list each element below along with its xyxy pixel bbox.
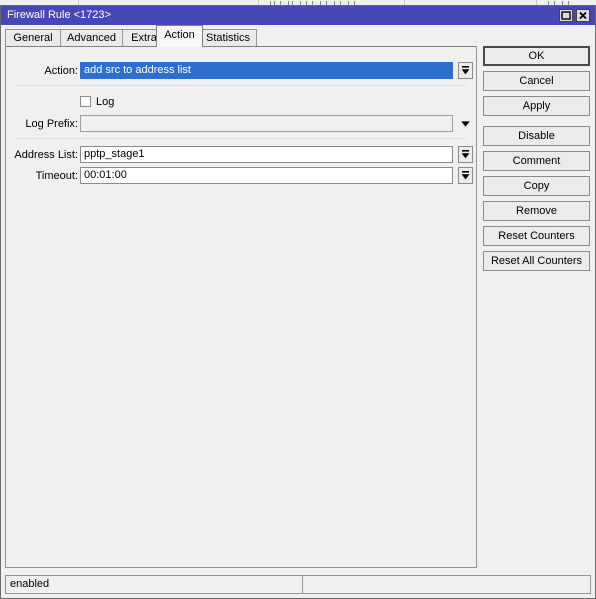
separator [16, 85, 466, 86]
comment-button[interactable]: Comment [483, 151, 590, 171]
address-list-label: Address List: [14, 149, 78, 161]
ok-button[interactable]: OK [483, 46, 590, 66]
reset-all-counters-button[interactable]: Reset All Counters [483, 251, 590, 271]
address-list-row: Address List: pptp_stage1 [6, 146, 476, 166]
status-bar: enabled [5, 575, 591, 594]
close-button[interactable] [576, 9, 590, 22]
log-prefix-label: Log Prefix: [25, 118, 78, 130]
tab-action[interactable]: Action [156, 25, 203, 47]
separator [16, 138, 466, 139]
log-label: Log [96, 96, 115, 108]
firewall-rule-dialog: Firewall Rule <1723> General Advanced Ex… [0, 5, 596, 599]
address-list-input[interactable]: pptp_stage1 [80, 146, 453, 163]
copy-button[interactable]: Copy [483, 176, 590, 196]
maximize-button[interactable] [559, 9, 573, 22]
disable-button[interactable]: Disable [483, 126, 590, 146]
log-row: Log [6, 93, 476, 113]
remove-button[interactable]: Remove [483, 201, 590, 221]
log-prefix-chevron-down-icon[interactable] [458, 115, 473, 132]
reset-counters-button[interactable]: Reset Counters [483, 226, 590, 246]
log-prefix-row: Log Prefix: [6, 115, 476, 135]
action-tab-panel: Action: add src to address list Log Log … [5, 46, 477, 568]
cancel-button[interactable]: Cancel [483, 71, 590, 91]
timeout-row: Timeout: 00:01:00 [6, 167, 476, 187]
timeout-dropdown-icon[interactable] [458, 167, 473, 184]
address-list-dropdown-icon[interactable] [458, 146, 473, 163]
action-dropdown-icon[interactable] [458, 62, 473, 79]
tab-advanced[interactable]: Advanced [60, 29, 123, 47]
action-label: Action: [44, 65, 78, 77]
action-row: Action: add src to address list [6, 62, 476, 82]
status-text-left: enabled [10, 578, 50, 590]
tab-general[interactable]: General [5, 29, 61, 47]
action-input[interactable]: add src to address list [80, 62, 453, 79]
title-bar[interactable]: Firewall Rule <1723> [1, 6, 595, 25]
tab-statistics[interactable]: Statistics [199, 29, 257, 47]
timeout-label: Timeout: [35, 170, 78, 182]
window-title: Firewall Rule <1723> [7, 9, 111, 21]
log-checkbox[interactable] [80, 96, 91, 107]
log-prefix-input[interactable] [80, 115, 453, 132]
tab-strip: General Advanced Extra Action Statistics [1, 25, 595, 47]
status-text-right [303, 576, 593, 593]
timeout-input[interactable]: 00:01:00 [80, 167, 453, 184]
apply-button[interactable]: Apply [483, 96, 590, 116]
